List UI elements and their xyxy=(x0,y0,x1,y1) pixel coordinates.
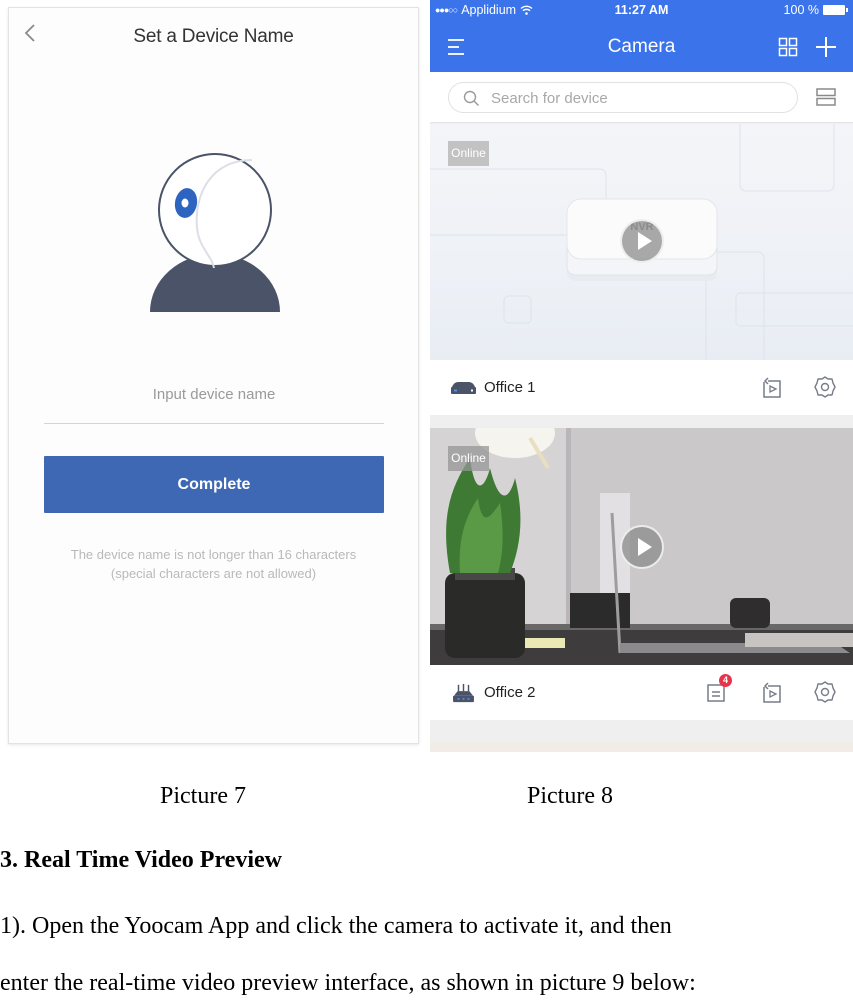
device-name: Office 2 xyxy=(484,684,536,701)
device-row: Office 2 4 xyxy=(430,665,853,720)
device-row: Office 1 xyxy=(430,360,853,415)
caption-picture-7: Picture 7 xyxy=(160,783,246,809)
router-icon xyxy=(453,683,474,703)
settings-icon[interactable] xyxy=(813,680,837,704)
search-field[interactable] xyxy=(448,82,798,113)
device-name-input[interactable] xyxy=(44,366,384,424)
battery-status: 100 % xyxy=(783,3,848,17)
play-button[interactable] xyxy=(620,525,664,569)
device-name: Office 1 xyxy=(484,379,536,396)
device-thumbnail[interactable]: NVR Online xyxy=(430,124,853,360)
settings-icon[interactable] xyxy=(813,375,837,399)
status-badge: Online xyxy=(448,446,489,471)
battery-icon xyxy=(823,5,848,15)
play-button[interactable] xyxy=(620,219,664,263)
playback-icon[interactable] xyxy=(759,680,783,704)
playback-icon[interactable] xyxy=(759,375,783,399)
hint-line: (special characters are not allowed) xyxy=(110,566,317,581)
caption-picture-8: Picture 8 xyxy=(527,783,613,809)
battery-percent: 100 % xyxy=(783,3,819,17)
name-hint: The device name is not longer than 16 ch… xyxy=(9,545,418,583)
status-bar: ●●●○○ Applidium 11:27 AM 100 % xyxy=(430,0,853,22)
set-device-name-screen: Set a Device Name Complete The device na… xyxy=(8,7,419,744)
section-heading: 3. Real Time Video Preview xyxy=(0,847,282,873)
search-icon xyxy=(463,90,479,106)
paragraph-line: enter the real-time video preview interf… xyxy=(0,970,696,996)
plus-icon[interactable] xyxy=(814,35,838,59)
page-title: Set a Device Name xyxy=(133,26,294,47)
hint-line: The device name is not longer than 16 ch… xyxy=(70,547,357,562)
device-thumbnail-partial xyxy=(430,742,853,752)
nvr-icon xyxy=(451,382,476,394)
paragraph-line: 1). Open the Yoocam App and click the ca… xyxy=(0,913,672,939)
message-count-badge: 4 xyxy=(719,674,732,687)
search-input[interactable] xyxy=(491,87,781,109)
nav-bar: Camera xyxy=(430,22,853,72)
search-bar xyxy=(430,72,853,123)
messages-button[interactable]: 4 xyxy=(705,674,732,704)
status-badge: Online xyxy=(448,141,489,166)
camera-icon xyxy=(150,153,280,312)
complete-button[interactable]: Complete xyxy=(44,456,384,513)
list-view-icon[interactable] xyxy=(816,88,836,106)
device-thumbnail[interactable]: Online xyxy=(430,428,853,665)
camera-list-screen: ●●●○○ Applidium 11:27 AM 100 % Camera Se… xyxy=(430,0,853,752)
grid-view-icon[interactable] xyxy=(778,37,798,57)
